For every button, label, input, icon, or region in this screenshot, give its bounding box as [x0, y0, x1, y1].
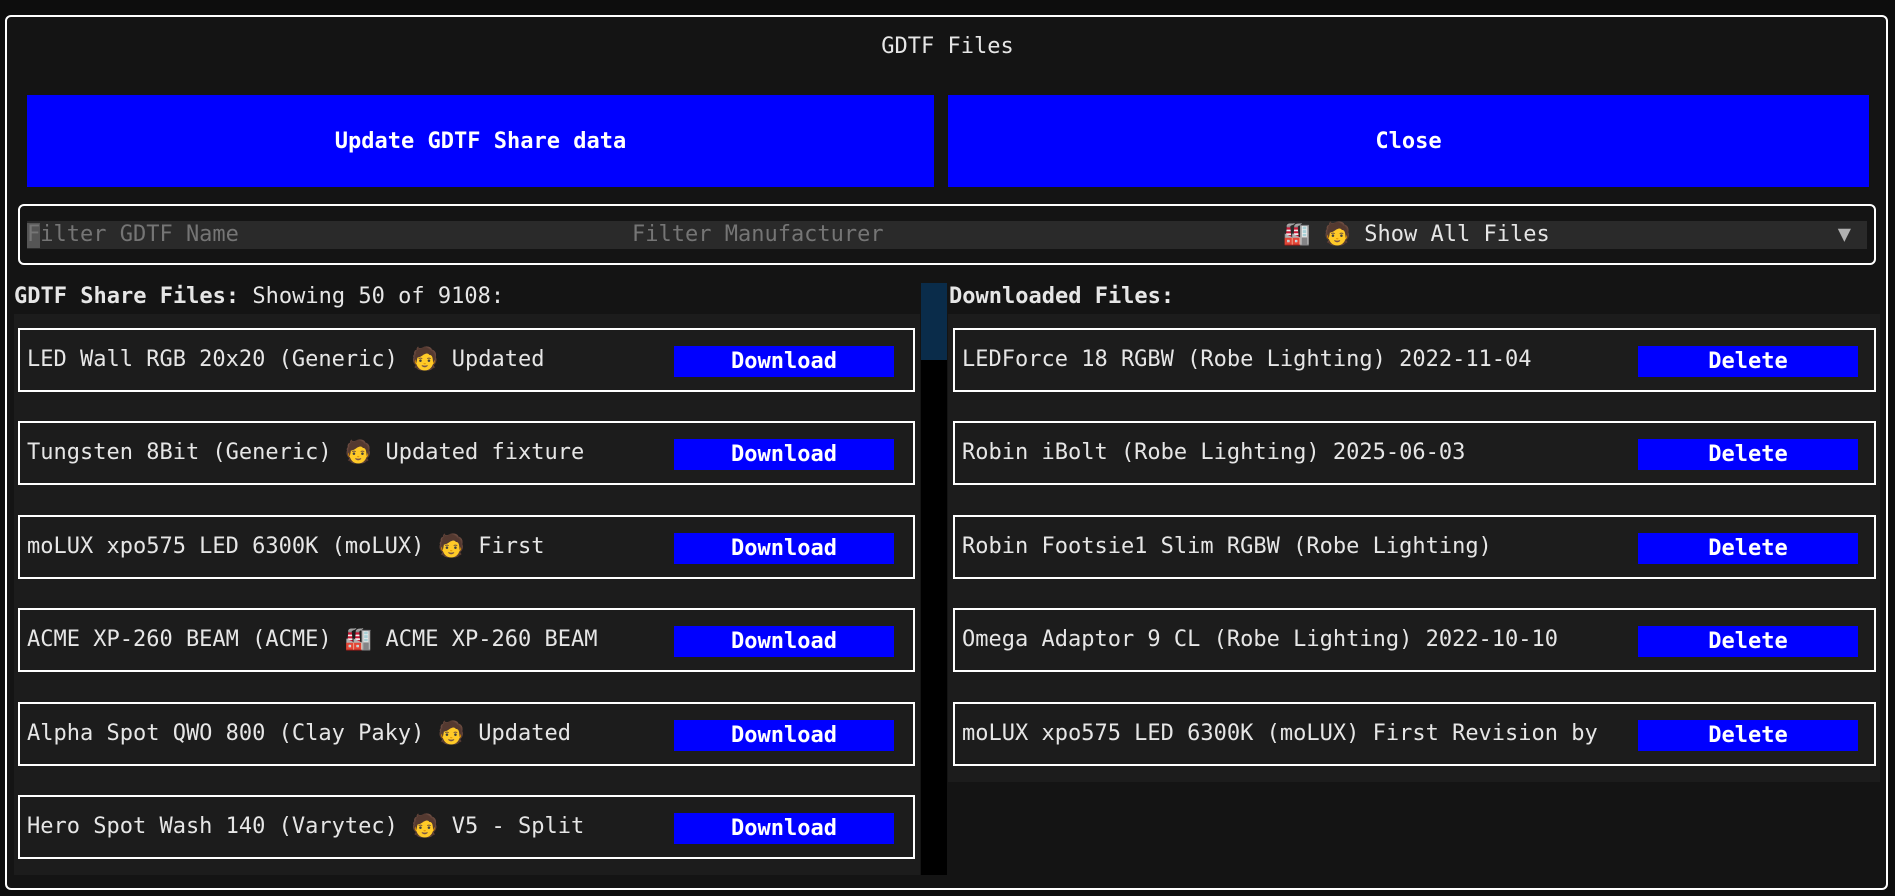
manufacturer-filter-input[interactable] — [632, 221, 1252, 249]
share-file-label: Alpha Spot QWO 800 (Clay Paky) 🧑 Updated — [27, 721, 571, 746]
filter-bar: 🏭 🧑 Show All Files ▼ — [18, 204, 1876, 265]
share-file-row: ACME XP-260 BEAM (ACME) 🏭 ACME XP-260 BE… — [18, 608, 915, 672]
share-file-row: moLUX xpo575 LED 6300K (moLUX) 🧑 First D… — [18, 515, 915, 579]
downloaded-file-row: Robin Footsie1 Slim RGBW (Robe Lighting)… — [953, 515, 1876, 579]
filter-row: 🏭 🧑 Show All Files ▼ — [27, 221, 1867, 249]
delete-button[interactable]: Delete — [1638, 346, 1858, 377]
downloaded-file-label: Robin iBolt (Robe Lighting) 2025-06-03 — [962, 440, 1466, 465]
dialog-title: GDTF Files — [881, 34, 1014, 59]
share-files-heading: GDTF Share Files: — [14, 284, 240, 309]
share-file-label: moLUX xpo575 LED 6300K (moLUX) 🧑 First — [27, 534, 545, 559]
share-file-label: Hero Spot Wash 140 (Varytec) 🧑 V5 - Spli… — [27, 814, 585, 839]
share-file-row: Tungsten 8Bit (Generic) 🧑 Updated fixtur… — [18, 421, 915, 485]
download-button[interactable]: Download — [674, 439, 894, 470]
scrollbar-track[interactable] — [921, 283, 947, 875]
share-file-label: ACME XP-260 BEAM (ACME) 🏭 ACME XP-260 BE… — [27, 627, 598, 652]
download-button[interactable]: Download — [674, 346, 894, 377]
share-files-header: GDTF Share Files: Showing 50 of 9108: — [14, 284, 504, 309]
show-files-select-value: 🏭 🧑 Show All Files — [1283, 222, 1550, 247]
downloaded-files-list: LEDForce 18 RGBW (Robe Lighting) 2022-11… — [948, 314, 1880, 782]
downloaded-file-row: LEDForce 18 RGBW (Robe Lighting) 2022-11… — [953, 328, 1876, 392]
downloaded-files-header: Downloaded Files: — [949, 284, 1174, 309]
share-file-row: Hero Spot Wash 140 (Varytec) 🧑 V5 - Spli… — [18, 795, 915, 859]
delete-button[interactable]: Delete — [1638, 439, 1858, 470]
delete-button[interactable]: Delete — [1638, 720, 1858, 751]
downloaded-file-label: moLUX xpo575 LED 6300K (moLUX) First Rev… — [962, 721, 1598, 746]
downloaded-file-row: Omega Adaptor 9 CL (Robe Lighting) 2022-… — [953, 608, 1876, 672]
downloaded-files-heading: Downloaded Files: — [949, 284, 1175, 309]
downloaded-file-row: Robin iBolt (Robe Lighting) 2025-06-03 D… — [953, 421, 1876, 485]
share-files-count: Showing 50 of 9108: — [252, 284, 505, 309]
downloaded-file-label: LEDForce 18 RGBW (Robe Lighting) 2022-11… — [962, 347, 1532, 372]
share-file-row: LED Wall RGB 20x20 (Generic) 🧑 Updated D… — [18, 328, 915, 392]
scrollbar-thumb[interactable] — [921, 283, 947, 360]
download-button[interactable]: Download — [674, 720, 894, 751]
share-file-label: Tungsten 8Bit (Generic) 🧑 Updated fixtur… — [27, 440, 585, 465]
share-files-list: LED Wall RGB 20x20 (Generic) 🧑 Updated D… — [14, 314, 920, 875]
downloaded-file-label: Omega Adaptor 9 CL (Robe Lighting) 2022-… — [962, 627, 1559, 652]
downloaded-file-label: Robin Footsie1 Slim RGBW (Robe Lighting) — [962, 534, 1492, 559]
show-files-select[interactable]: 🏭 🧑 Show All Files ▼ — [1283, 221, 1867, 249]
share-file-row: Alpha Spot QWO 800 (Clay Paky) 🧑 Updated… — [18, 702, 915, 766]
share-file-label: LED Wall RGB 20x20 (Generic) 🧑 Updated — [27, 347, 545, 372]
download-button[interactable]: Download — [674, 626, 894, 657]
update-share-data-button[interactable]: Update GDTF Share data — [27, 95, 934, 187]
delete-button[interactable]: Delete — [1638, 533, 1858, 564]
delete-button[interactable]: Delete — [1638, 626, 1858, 657]
chevron-down-icon: ▼ — [1837, 222, 1851, 247]
name-filter-input[interactable] — [27, 221, 627, 249]
downloaded-file-row: moLUX xpo575 LED 6300K (moLUX) First Rev… — [953, 702, 1876, 766]
download-button[interactable]: Download — [674, 533, 894, 564]
download-button[interactable]: Download — [674, 813, 894, 844]
close-button[interactable]: Close — [948, 95, 1869, 187]
